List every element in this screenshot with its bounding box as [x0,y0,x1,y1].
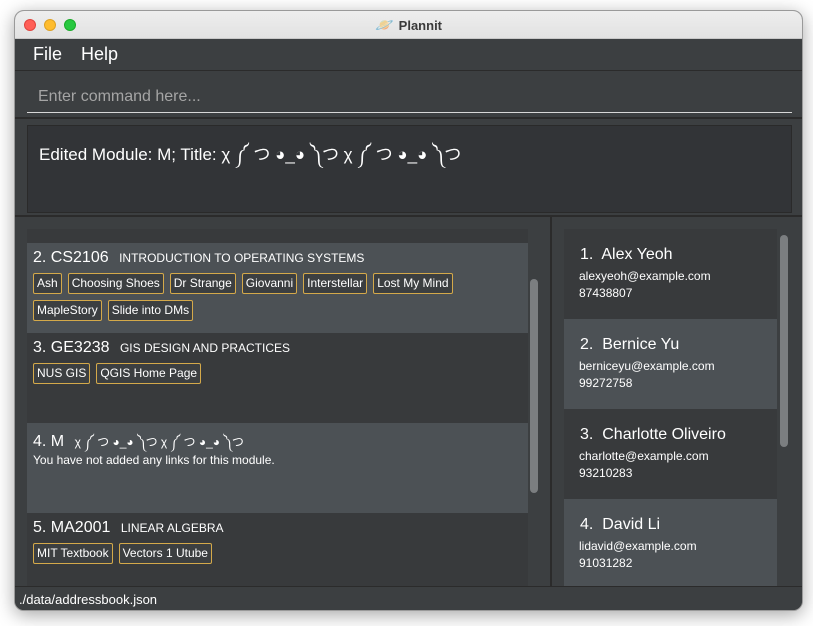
status-bar: ./data/addressbook.json [15,586,802,610]
module-code: MA2001 [50,519,111,536]
person-email: lidavid@example.com [579,539,697,553]
person-card[interactable]: 1. Alex Yeoh alexyeoh@example.com 874388… [564,229,777,319]
module-link-tag[interactable]: Giovanni [241,273,298,294]
module-link-tag[interactable]: MIT Textbook [33,543,113,564]
menu-file[interactable]: File [33,44,62,65]
module-link-tag[interactable]: Vectors 1 Utube [118,543,212,564]
module-number: 3. [33,339,47,356]
module-code: GE3238 [50,339,110,356]
module-title: GIS DESIGN AND PRACTICES [119,341,291,355]
module-code: M [50,433,65,450]
module-list-scrollbar[interactable] [530,279,538,493]
title-bar: 🪐 Plannit [15,11,802,39]
module-links: Ash Choosing Shoes Dr Strange Giovanni I… [33,273,523,321]
module-number: 4. [33,433,47,450]
module-title: INTRODUCTION TO OPERATING SYSTEMS [119,251,365,265]
person-phone: 93210283 [579,466,633,480]
person-card[interactable]: 3. Charlotte Oliveiro charlotte@example.… [564,409,777,499]
no-links-message: You have not added any links for this mo… [33,453,275,467]
module-link-tag[interactable]: Ash [33,273,62,294]
result-display: Edited Module: M; Title: χ ༼ つ ◕_◕ ༽つ χ … [27,125,792,213]
person-number: 1. [580,246,594,263]
person-list-scrollbar[interactable] [780,235,788,447]
module-link-tag[interactable]: Slide into DMs [107,300,194,321]
module-link-tag[interactable]: Interstellar [303,273,368,294]
main-panels: 2. CS2106 INTRODUCTION TO OPERATING SYST… [15,217,802,586]
person-card[interactable]: 4. David Li lidavid@example.com 91031282 [564,499,777,586]
module-card[interactable]: 5. MA2001 LINEAR ALGEBRA MIT Textbook Ve… [27,513,528,586]
module-link-tag[interactable]: NUS GIS [33,363,91,384]
module-link-tag[interactable]: QGIS Home Page [96,363,202,384]
planet-icon: 🪐 [374,16,394,34]
person-email: berniceyu@example.com [579,359,715,373]
person-number: 4. [580,516,594,533]
module-link-tag[interactable]: Lost My Mind [373,273,453,294]
menu-bar: File Help [15,39,802,71]
command-area [15,71,802,119]
person-card[interactable]: 2. Bernice Yu berniceyu@example.com 9927… [564,319,777,409]
module-number: 2. [33,249,47,266]
module-number: 5. [33,519,47,536]
module-title: χ ༼ つ ◕_◕ ༽つ χ ༼ つ ◕_◕ ༽つ [74,435,244,449]
window-title: Plannit [398,17,443,33]
person-name: Bernice Yu [602,336,680,353]
menu-help[interactable]: Help [81,44,118,65]
person-phone: 91031282 [579,556,633,570]
module-title: LINEAR ALGEBRA [120,521,224,535]
person-number: 3. [580,426,594,443]
person-email: charlotte@example.com [579,449,709,463]
person-email: alexyeoh@example.com [579,269,711,283]
module-card[interactable]: 3. GE3238 GIS DESIGN AND PRACTICES NUS G… [27,333,528,423]
person-phone: 87438807 [579,286,633,300]
person-name: Alex Yeoh [601,246,673,263]
person-number: 2. [580,336,594,353]
module-card[interactable]: 2. CS2106 INTRODUCTION TO OPERATING SYST… [27,243,528,333]
data-file-path: ./data/addressbook.json [19,592,158,607]
result-message: Edited Module: M; Title: χ ༼ つ ◕_◕ ༽つ χ … [39,145,462,164]
app-window: 🪐 Plannit File Help Edited Module: M; Ti… [14,10,803,611]
module-list[interactable]: 2. CS2106 INTRODUCTION TO OPERATING SYST… [27,229,528,586]
person-name: David Li [602,516,661,533]
module-link-tag[interactable]: Choosing Shoes [67,273,164,294]
result-area: Edited Module: M; Title: χ ༼ つ ◕_◕ ༽つ χ … [15,119,802,217]
person-list-panel: 1. Alex Yeoh alexyeoh@example.com 874388… [552,217,802,586]
module-link-tag[interactable]: MapleStory [33,300,102,321]
command-input[interactable] [27,81,792,113]
person-phone: 99272758 [579,376,633,390]
module-card[interactable]: 4. M χ ༼ つ ◕_◕ ༽つ χ ༼ つ ◕_◕ ༽つ You have … [27,423,528,513]
module-links: MIT Textbook Vectors 1 Utube [33,543,523,564]
person-list[interactable]: 1. Alex Yeoh alexyeoh@example.com 874388… [564,229,777,586]
module-code: CS2106 [50,249,109,266]
module-list-panel: 2. CS2106 INTRODUCTION TO OPERATING SYST… [15,217,552,586]
module-links: NUS GIS QGIS Home Page [33,363,523,384]
person-name: Charlotte Oliveiro [602,426,726,443]
module-link-tag[interactable]: Dr Strange [169,273,236,294]
